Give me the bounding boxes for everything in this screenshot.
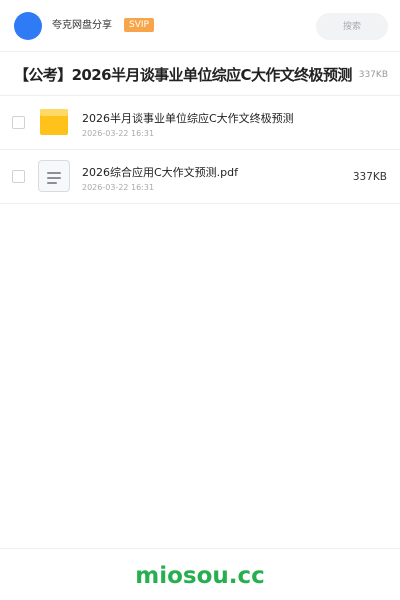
file-date: 2026-03-22 16:31 <box>82 183 155 192</box>
avatar[interactable] <box>14 12 42 40</box>
file-date: 2026-03-22 16:31 <box>82 129 155 138</box>
file-size: 337KB <box>352 171 387 183</box>
select-checkbox[interactable] <box>12 116 25 129</box>
svip-badge: SVIP <box>124 18 154 32</box>
file-name: 2026半月谈事业单位综应C大作文终极预测 <box>82 112 294 125</box>
total-size: 337KB <box>358 70 388 80</box>
footer: miosou.cc <box>0 548 400 600</box>
app-name: 夸克网盘分享 <box>52 20 112 31</box>
site-brand[interactable]: miosou.cc <box>0 562 400 590</box>
top-bar: 夸克网盘分享 SVIP <box>0 0 400 52</box>
list-item-folder[interactable]: 2026半月谈事业单位综应C大作文终极预测 2026-03-22 16:31 <box>0 96 400 150</box>
share-title-bar: 【公考】2026半月谈事业单位综应C大作文终极预测 337KB <box>0 52 400 96</box>
select-checkbox[interactable] <box>12 170 25 183</box>
folder-icon <box>40 109 68 135</box>
list-item-file[interactable]: 2026综合应用C大作文预测.pdf 2026-03-22 16:31 337K… <box>0 150 400 204</box>
search-input[interactable] <box>316 13 388 40</box>
file-name: 2026综合应用C大作文预测.pdf <box>82 166 239 179</box>
document-icon <box>38 160 70 192</box>
page-title: 【公考】2026半月谈事业单位综应C大作文终极预测 <box>14 66 352 84</box>
